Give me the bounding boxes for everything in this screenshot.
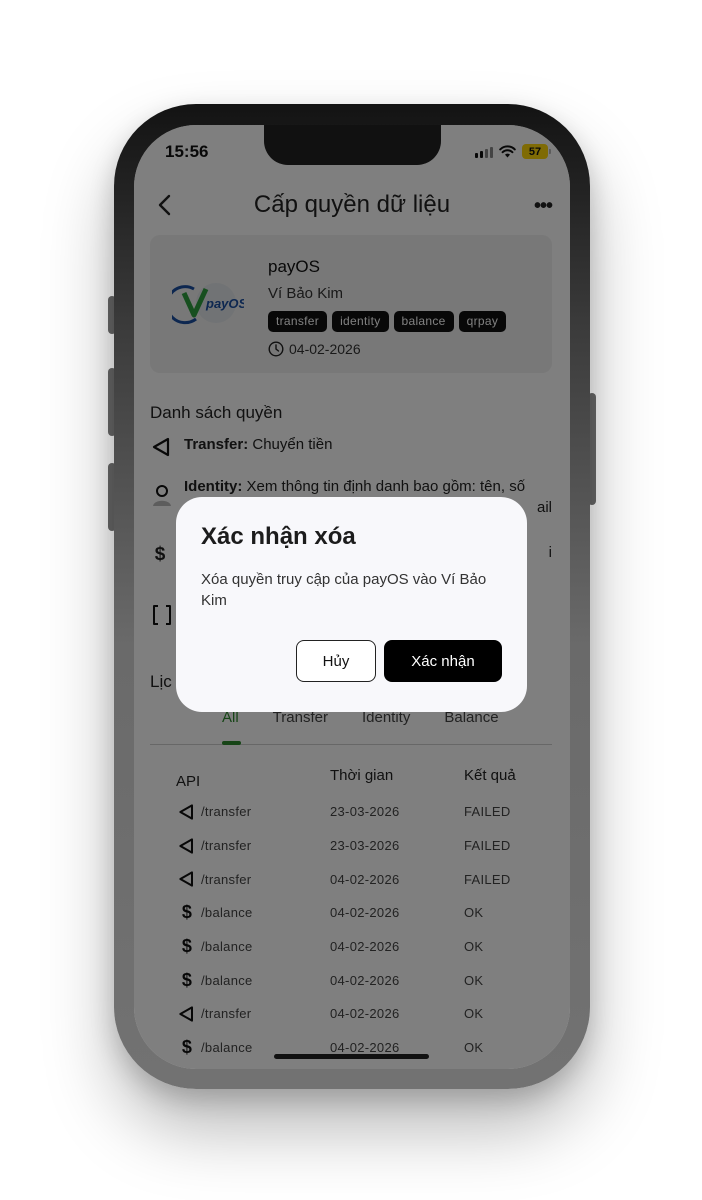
cancel-button[interactable]: Hủy xyxy=(296,640,376,682)
confirm-button[interactable]: Xác nhận xyxy=(384,640,502,682)
notch xyxy=(264,125,441,165)
home-indicator[interactable] xyxy=(274,1054,429,1059)
dialog-title: Xác nhận xóa xyxy=(201,523,356,550)
dialog-message: Xóa quyền truy cập của payOS vào Ví Bảo … xyxy=(201,571,487,609)
confirm-delete-dialog: Xác nhận xóa Xóa quyền truy cập của payO… xyxy=(176,497,527,712)
